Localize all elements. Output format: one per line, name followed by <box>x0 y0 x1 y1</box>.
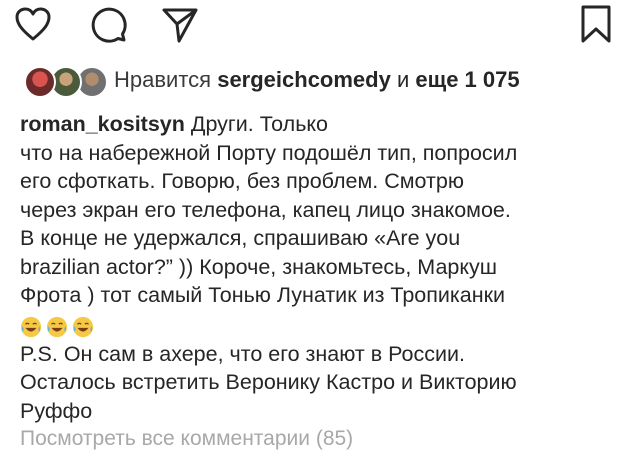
caption-line: brazilian actor?” )) Короче, знакомьтесь… <box>20 254 498 279</box>
likes-connector: и <box>396 67 410 92</box>
face-with-tears-of-joy-icon <box>72 316 94 337</box>
caption-line: В конце не удержался, спрашиваю «Are you <box>20 226 461 250</box>
emoji-row <box>20 310 620 340</box>
caption-line: через экран его телефона, капец лицо зна… <box>20 197 511 222</box>
likes-prefix: Нравится <box>114 67 212 92</box>
face-with-tears-of-joy-icon <box>46 316 68 337</box>
share-icon[interactable] <box>160 4 200 44</box>
likes-count[interactable]: еще 1 075 <box>415 67 519 92</box>
caption-line: что на набережной Порту подошёл тип, поп… <box>20 140 518 165</box>
liker-avatars[interactable] <box>24 62 108 98</box>
caption-line: его сфоткать. Говорю, без проблем. Смотр… <box>20 169 464 193</box>
heart-icon[interactable] <box>14 6 52 42</box>
caption-ps-line: Руффо <box>20 398 93 423</box>
caption-ps-line: Осталось встретить Веронику Кастро и Вик… <box>20 370 517 394</box>
caption-username[interactable]: roman_kositsyn <box>20 112 185 136</box>
caption-first-line: roman_kositsyn Други. Только <box>20 110 620 139</box>
view-all-comments-link[interactable]: Посмотреть все комментарии (85) <box>20 426 353 452</box>
bookmark-icon[interactable] <box>578 4 614 44</box>
caption-line: Фрота ) тот самый Тонью Лунатик из Тропи… <box>20 283 506 307</box>
post-caption: roman_kositsyn Други. Только что на набе… <box>20 110 620 425</box>
liker-username[interactable]: sergeichcomedy <box>217 67 391 92</box>
comment-icon[interactable] <box>88 4 128 44</box>
likes-row: Нравится sergeichcomedy и еще 1 075 <box>20 62 620 98</box>
action-bar <box>0 0 640 50</box>
caption-text: Други. Только <box>190 112 329 136</box>
face-with-tears-of-joy-icon <box>20 316 42 337</box>
caption-ps-line: P.S. Он сам в ахере, что его знают в Рос… <box>20 341 465 366</box>
likes-summary: Нравится sergeichcomedy и еще 1 075 <box>114 67 520 93</box>
avatar <box>24 66 56 98</box>
